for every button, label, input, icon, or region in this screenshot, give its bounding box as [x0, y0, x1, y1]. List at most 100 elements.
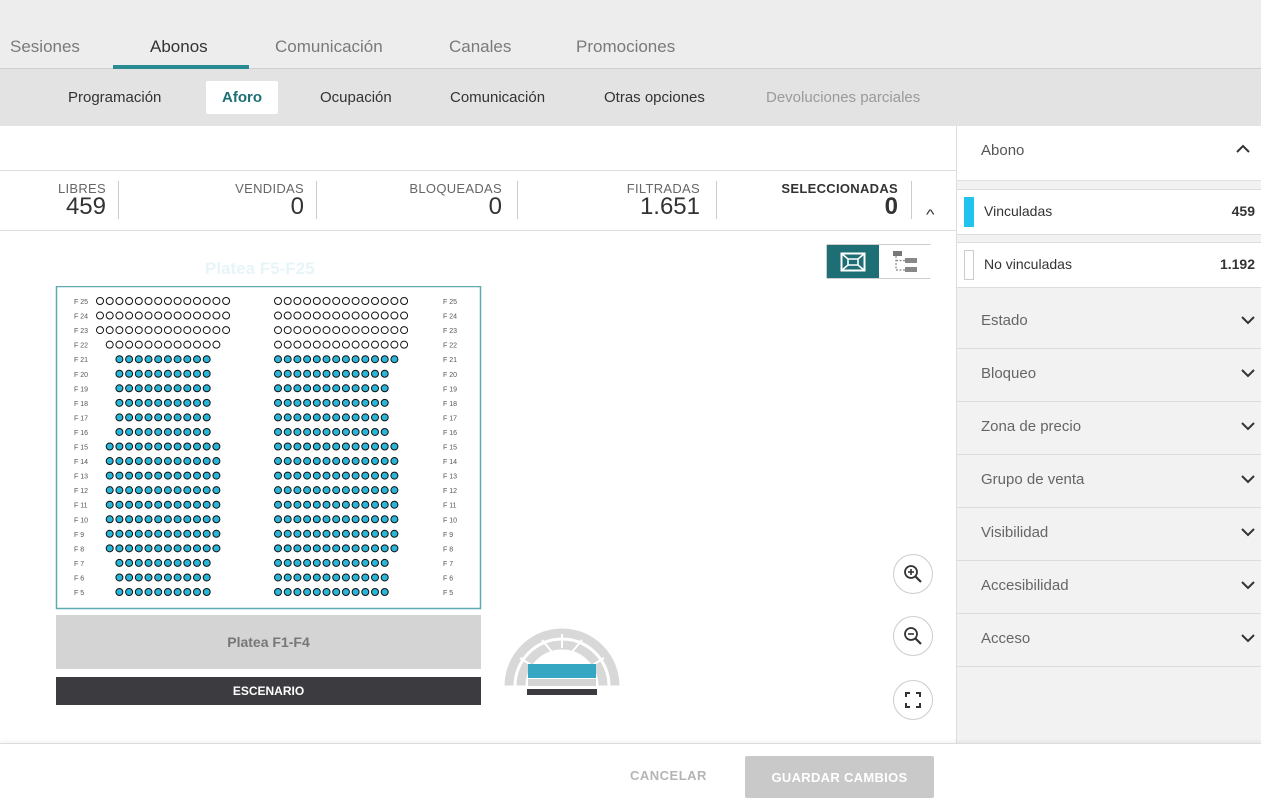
- seat[interactable]: [173, 355, 182, 364]
- accordion-acceso[interactable]: Acceso: [957, 614, 1261, 667]
- seat[interactable]: [144, 500, 153, 509]
- seat[interactable]: [274, 457, 282, 466]
- seat[interactable]: [134, 544, 143, 553]
- seat[interactable]: [293, 486, 302, 495]
- seat[interactable]: [163, 413, 172, 422]
- seat[interactable]: [134, 355, 143, 364]
- seat[interactable]: [380, 355, 389, 364]
- seat[interactable]: [125, 326, 134, 335]
- seat[interactable]: [283, 442, 292, 451]
- seat[interactable]: [303, 442, 312, 451]
- seat[interactable]: [183, 529, 192, 538]
- seat[interactable]: [154, 588, 163, 596]
- seat[interactable]: [361, 529, 370, 538]
- seat[interactable]: [134, 529, 143, 538]
- seat[interactable]: [312, 413, 321, 422]
- seat[interactable]: [173, 529, 182, 538]
- seat[interactable]: [380, 500, 389, 509]
- seat[interactable]: [105, 457, 114, 466]
- seat[interactable]: [134, 427, 143, 436]
- seat[interactable]: [351, 457, 360, 466]
- seat[interactable]: [173, 471, 182, 480]
- subtab-otras-opciones[interactable]: Otras opciones: [588, 81, 721, 114]
- seat[interactable]: [173, 311, 182, 320]
- seat[interactable]: [312, 369, 321, 378]
- seat[interactable]: [351, 588, 360, 596]
- seat[interactable]: [115, 529, 124, 538]
- seat[interactable]: [115, 558, 124, 567]
- seat[interactable]: [380, 311, 389, 320]
- seat[interactable]: [293, 457, 302, 466]
- seat[interactable]: [312, 529, 321, 538]
- seat[interactable]: [125, 500, 134, 509]
- seat[interactable]: [115, 369, 124, 378]
- seat[interactable]: [351, 529, 360, 538]
- seat[interactable]: [163, 573, 172, 582]
- seat[interactable]: [312, 427, 321, 436]
- seat[interactable]: [202, 311, 211, 320]
- seat[interactable]: [371, 500, 379, 509]
- seat[interactable]: [380, 297, 389, 305]
- seat[interactable]: [134, 326, 143, 335]
- seat[interactable]: [173, 515, 182, 524]
- seat[interactable]: [341, 558, 350, 567]
- seat[interactable]: [202, 326, 211, 335]
- seat[interactable]: [202, 544, 211, 553]
- seat[interactable]: [312, 588, 321, 596]
- seat[interactable]: [303, 398, 312, 407]
- seat[interactable]: [134, 384, 143, 393]
- seat[interactable]: [322, 471, 331, 480]
- seat[interactable]: [134, 369, 143, 378]
- seat[interactable]: [312, 500, 321, 509]
- seat[interactable]: [202, 515, 211, 524]
- seat[interactable]: [163, 471, 172, 480]
- seat[interactable]: [115, 311, 124, 320]
- seat[interactable]: [380, 544, 389, 553]
- seat[interactable]: [173, 398, 182, 407]
- seat[interactable]: [390, 529, 399, 538]
- seat[interactable]: [351, 471, 360, 480]
- seat[interactable]: [163, 384, 172, 393]
- seat[interactable]: [371, 413, 379, 422]
- seat[interactable]: [351, 398, 360, 407]
- seat[interactable]: [274, 340, 282, 349]
- seat[interactable]: [144, 457, 153, 466]
- seat[interactable]: [312, 515, 321, 524]
- seat[interactable]: [371, 427, 379, 436]
- seat[interactable]: [371, 297, 379, 305]
- seat[interactable]: [332, 326, 341, 335]
- seat[interactable]: [125, 515, 134, 524]
- seat[interactable]: [341, 573, 350, 582]
- tab-promociones[interactable]: Promociones: [576, 37, 675, 57]
- seat[interactable]: [222, 326, 231, 335]
- seat[interactable]: [361, 384, 370, 393]
- seat[interactable]: [163, 297, 172, 305]
- seat[interactable]: [380, 340, 389, 349]
- seat[interactable]: [144, 311, 153, 320]
- seat[interactable]: [283, 311, 292, 320]
- seat[interactable]: [144, 427, 153, 436]
- seat[interactable]: [361, 588, 370, 596]
- seat[interactable]: [202, 355, 211, 364]
- zoom-out-button[interactable]: [893, 616, 933, 656]
- seat[interactable]: [274, 515, 282, 524]
- seat[interactable]: [361, 369, 370, 378]
- seat[interactable]: [332, 442, 341, 451]
- seat[interactable]: [283, 471, 292, 480]
- seat[interactable]: [115, 427, 124, 436]
- seat[interactable]: [154, 369, 163, 378]
- seat[interactable]: [193, 573, 201, 582]
- seat[interactable]: [341, 457, 350, 466]
- seat[interactable]: [351, 413, 360, 422]
- seat[interactable]: [341, 355, 350, 364]
- seat[interactable]: [390, 442, 399, 451]
- seat[interactable]: [274, 558, 282, 567]
- seat[interactable]: [163, 369, 172, 378]
- seat[interactable]: [202, 369, 211, 378]
- tab-comunicacion[interactable]: Comunicación: [275, 37, 383, 57]
- seat[interactable]: [322, 398, 331, 407]
- seat[interactable]: [322, 297, 331, 305]
- seat[interactable]: [322, 486, 331, 495]
- seat[interactable]: [183, 515, 192, 524]
- seat[interactable]: [125, 384, 134, 393]
